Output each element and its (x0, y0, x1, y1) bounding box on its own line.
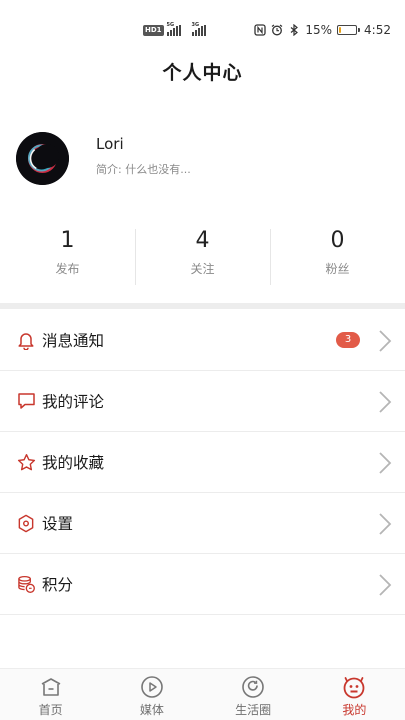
status-bar: HD1 5G 3G 15% 4:52 (0, 0, 405, 60)
settings-icon (16, 513, 36, 533)
bottom-nav: 首页 媒体 生活圈 我的 (0, 668, 405, 720)
chevron-right-icon (379, 452, 392, 474)
system-indicators: 15% 4:52 (254, 22, 391, 38)
page-title: 个人中心 (162, 62, 243, 84)
play-icon (141, 676, 163, 698)
menu-item-settings[interactable]: 设置 (0, 493, 405, 554)
nav-media[interactable]: 媒体 (101, 669, 202, 720)
star-icon (16, 452, 36, 472)
stat-followers[interactable]: 0 粉丝 (270, 226, 405, 286)
nav-label: 首页 (38, 703, 63, 717)
stat-value: 4 (195, 228, 210, 253)
chevron-right-icon (379, 513, 392, 535)
alarm-icon (271, 24, 283, 36)
hd-badge: HD1 (143, 24, 164, 36)
coins-icon (16, 574, 36, 594)
bell-icon (16, 330, 36, 350)
network-indicators: HD1 5G 3G (143, 22, 206, 38)
comment-icon (16, 391, 36, 411)
stat-label: 粉丝 (325, 262, 350, 276)
nav-mine[interactable]: 我的 (304, 669, 405, 720)
unread-badge: 3 (336, 332, 360, 348)
stat-following[interactable]: 4 关注 (135, 226, 270, 286)
chevron-right-icon (379, 391, 392, 413)
bio: 简介: 什么也没有... (96, 163, 191, 176)
profile-icon (343, 677, 365, 699)
menu-item-label: 积分 (42, 576, 74, 594)
nav-label: 我的 (342, 703, 367, 717)
stats-row: 1 发布 4 关注 0 粉丝 (0, 226, 405, 286)
nav-label: 生活圈 (235, 703, 272, 717)
clock: 4:52 (364, 23, 391, 37)
profile-card[interactable]: Lori 简介: 什么也没有... (16, 130, 191, 186)
menu-item-favorites[interactable]: 我的收藏 (0, 432, 405, 493)
nav-life-circle[interactable]: 生活圈 (203, 669, 304, 720)
username: Lori (96, 135, 124, 153)
menu-item-label: 消息通知 (42, 332, 105, 350)
bluetooth-icon (288, 24, 300, 36)
menu-item-notifications[interactable]: 消息通知 3 (0, 310, 405, 371)
battery-icon (337, 25, 361, 35)
nav-home[interactable]: 首页 (0, 669, 101, 720)
circle-icon (242, 676, 264, 698)
menu-item-comments[interactable]: 我的评论 (0, 371, 405, 432)
stat-label: 关注 (190, 262, 215, 276)
menu-item-points[interactable]: 积分 (0, 554, 405, 615)
home-icon (41, 678, 61, 696)
menu-item-label: 我的收藏 (42, 454, 105, 472)
menu-item-label: 我的评论 (42, 393, 105, 411)
nav-label: 媒体 (139, 703, 164, 717)
stat-posts[interactable]: 1 发布 (0, 226, 135, 286)
menu-list: 消息通知 3 我的评论 我的收藏 设置 积分 (0, 310, 405, 615)
stat-value: 1 (60, 228, 75, 253)
menu-item-label: 设置 (42, 515, 74, 533)
nfc-icon (254, 24, 267, 36)
chevron-right-icon (379, 574, 392, 596)
battery-percent: 15% (305, 23, 333, 37)
chevron-right-icon (379, 330, 392, 352)
signal-5g-icon: 5G (166, 22, 181, 36)
avatar[interactable] (16, 131, 69, 185)
stat-label: 发布 (55, 262, 80, 276)
stat-value: 0 (330, 228, 345, 253)
section-divider (0, 303, 405, 309)
signal-3g-icon: 3G (191, 22, 206, 36)
